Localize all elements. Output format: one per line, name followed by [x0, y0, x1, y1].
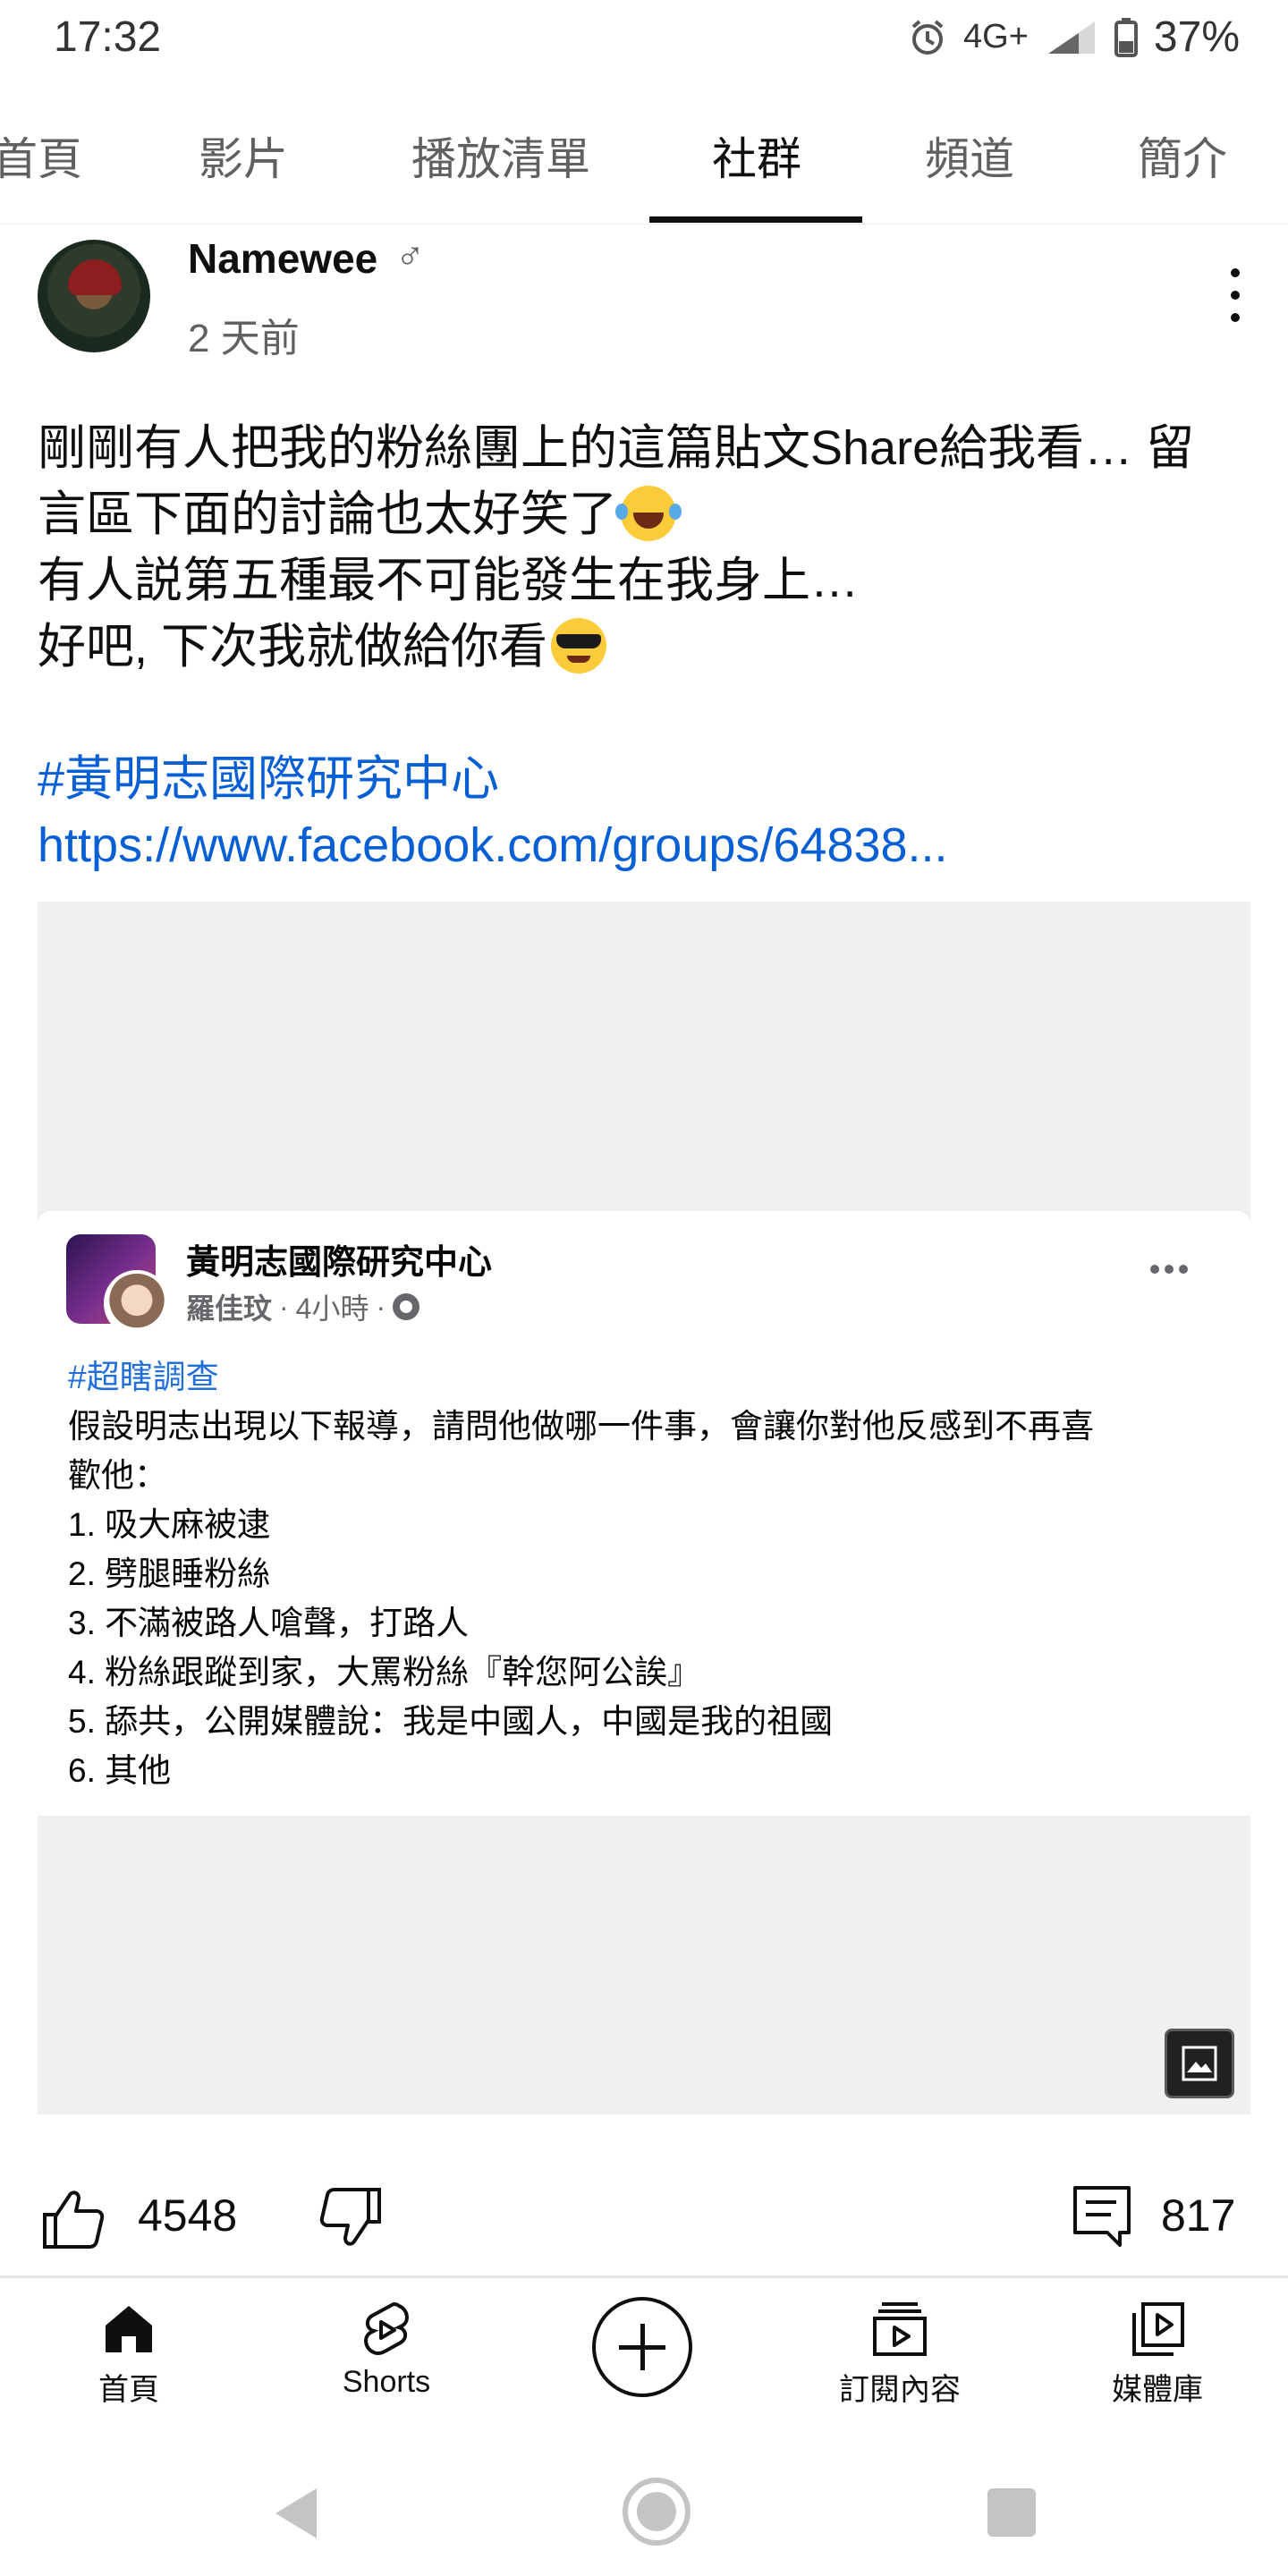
meta-separator: · [279, 1290, 289, 1323]
back-icon[interactable] [275, 2488, 317, 2538]
nav-shorts[interactable]: Shorts [297, 2297, 476, 2400]
post-link[interactable]: https://www.facebook.com/groups/64838... [38, 812, 1263, 878]
tab-channels[interactable]: 頻道 [925, 123, 1014, 188]
post-meta: 羅佳玟 · 4小時 · [186, 1286, 420, 1327]
tab-playlists[interactable]: 播放清單 [411, 123, 590, 188]
dislike-icon[interactable] [317, 2184, 385, 2252]
post-line: 剛剛有人把我的粉絲團上的這篇貼文Share給我看… 留 [38, 421, 1195, 475]
comment-icon[interactable] [1070, 2182, 1134, 2250]
nav-label: Shorts [342, 2365, 431, 2399]
group-name: 黃明志國際研究中心 [186, 1244, 493, 1282]
tab-home[interactable]: 首頁 [0, 123, 82, 188]
post-hashtag[interactable]: #黃明志國際研究中心 [38, 746, 1263, 812]
author-badge: ♂ [395, 234, 425, 278]
post-time: 2 天前 [188, 317, 300, 360]
status-icons: 4G+ 37% [908, 13, 1240, 62]
option-item: 4. 粉絲跟蹤到家，大罵粉絲『幹您阿公誒』 [68, 1654, 701, 1690]
nav-label: 首頁 [98, 2373, 159, 2407]
network-type: 4G+ [963, 18, 1029, 55]
channel-tab-bar: 首頁 影片 播放清單 社群 頻道 簡介 [0, 107, 1288, 225]
nav-subscriptions[interactable]: 訂閱內容 [810, 2297, 989, 2409]
sunglasses-emoji-icon [551, 618, 607, 674]
fb-more-icon [1150, 1265, 1188, 1274]
active-tab-indicator [649, 216, 862, 223]
subscriptions-icon [873, 2302, 927, 2356]
like-count: 4548 [138, 2190, 238, 2241]
post-body: 剛剛有人把我的粉絲團上的這篇貼文Share給我看… 留 言區下面的討論也太好笑了… [38, 415, 1263, 878]
post-actions: 4548 817 [0, 2165, 1288, 2281]
shared-post-text: #超瞎調查 假設明志出現以下報導，請問他做哪一件事，會讓你對他反感到不再喜 歡他… [68, 1352, 1231, 1795]
nav-label: 媒體庫 [1112, 2373, 1203, 2407]
bottom-navigation: 首頁 Shorts 訂閱內容 媒體庫 [0, 2279, 1288, 2449]
nav-library[interactable]: 媒體庫 [1068, 2297, 1247, 2409]
home-icon [106, 2306, 152, 2352]
create-button[interactable] [592, 2297, 692, 2397]
post-line: 好吧, 下次我就做給你看 [38, 614, 1263, 680]
shared-post-time: 4小時 [295, 1292, 369, 1325]
option-item: 3. 不滿被路人嗆聲，打路人 [68, 1605, 470, 1641]
comment-count: 817 [1161, 2190, 1236, 2241]
shorts-icon [364, 2301, 409, 2356]
like-icon[interactable] [39, 2184, 107, 2252]
meta-separator: · [376, 1290, 386, 1323]
tab-videos[interactable]: 影片 [199, 123, 288, 188]
poster-avatar [104, 1270, 170, 1336]
nav-home[interactable]: 首頁 [39, 2297, 218, 2409]
system-navigation [0, 2451, 1288, 2576]
author-avatar[interactable] [38, 240, 150, 352]
poster-name: 羅佳玟 [186, 1292, 273, 1325]
post-line: 言區下面的討論也太好笑了 [38, 481, 1263, 547]
battery-level: 37% [1153, 13, 1240, 61]
post-image[interactable]: 黃明志國際研究中心 羅佳玟 · 4小時 · #超瞎調查 假設明志出現以下報導，請… [38, 902, 1250, 2114]
battery-icon [1114, 17, 1138, 57]
option-item: 1. 吸大麻被逮 [68, 1506, 271, 1543]
more-options-button[interactable] [1222, 268, 1249, 322]
option-item: 2. 劈腿睡粉絲 [68, 1555, 271, 1592]
alarm-icon [911, 19, 944, 55]
image-expand-icon[interactable] [1165, 2029, 1234, 2098]
system-home-icon[interactable] [623, 2478, 691, 2546]
tab-about[interactable]: 簡介 [1138, 123, 1227, 188]
option-item: 5. 舔共，公開媒體說：我是中國人，中國是我的祖國 [68, 1703, 834, 1740]
author-name[interactable]: Namewee [188, 234, 377, 283]
status-time: 17:32 [54, 13, 162, 61]
option-item: 6. 其他 [68, 1752, 172, 1789]
nav-label: 訂閱內容 [839, 2373, 961, 2407]
tab-community[interactable]: 社群 [712, 123, 801, 188]
intro-line: 歡他： [68, 1457, 167, 1494]
intro-line: 假設明志出現以下報導，請問他做哪一件事，會讓你對他反感到不再喜 [68, 1408, 1094, 1445]
library-icon [1132, 2302, 1184, 2356]
post-line: 有人説第五種最不可能發生在我身上… [38, 554, 859, 607]
laughing-emoji-icon [615, 486, 676, 541]
shared-tag: #超瞎調查 [68, 1359, 219, 1395]
recent-apps-icon[interactable] [987, 2488, 1036, 2537]
privacy-icon [393, 1293, 420, 1320]
signal-icon [1047, 21, 1095, 54]
divider [0, 2275, 1288, 2278]
facebook-post-screenshot: 黃明志國際研究中心 羅佳玟 · 4小時 · #超瞎調查 假設明志出現以下報導，請… [38, 1211, 1250, 1816]
